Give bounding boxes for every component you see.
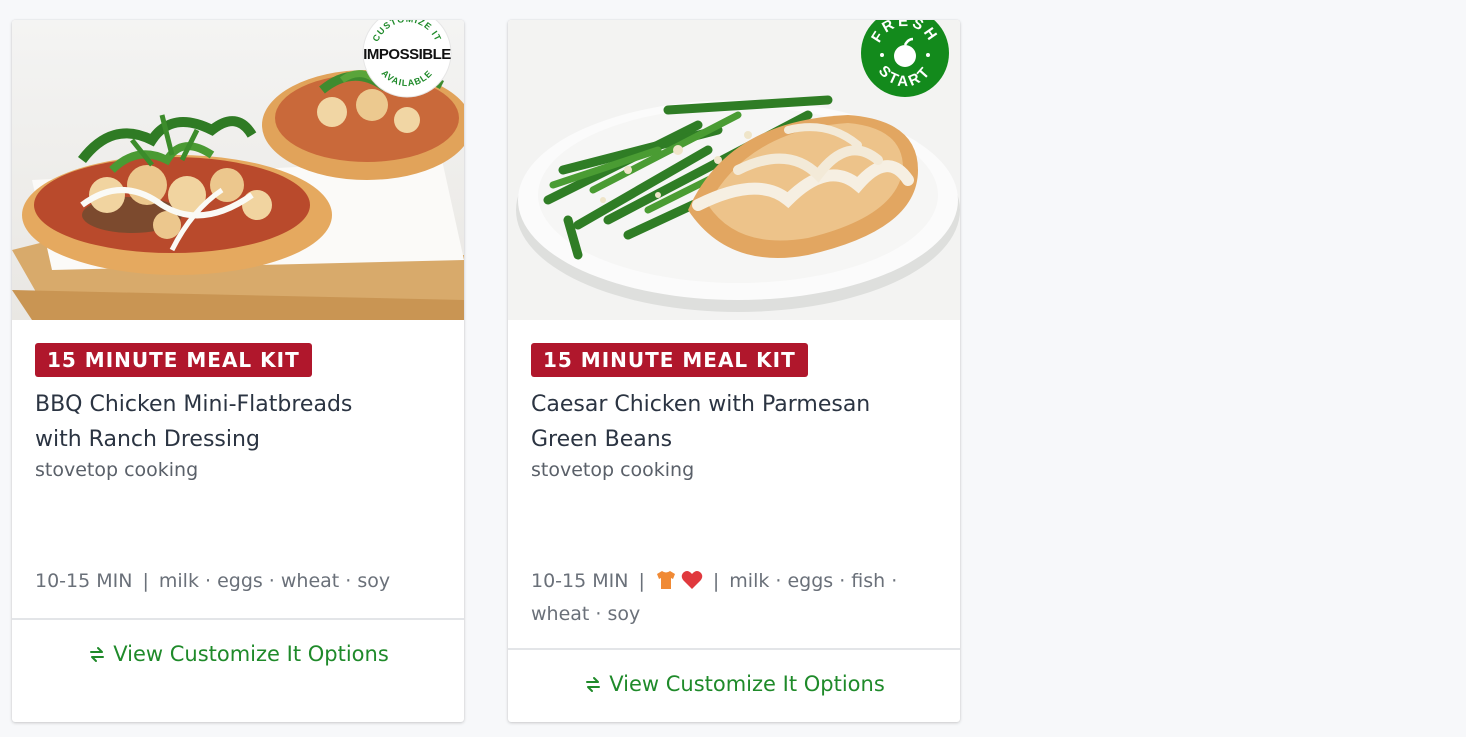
- cook-time: 10-15 MIN: [35, 570, 133, 592]
- heart-icon: [681, 569, 703, 599]
- meal-kit-tag: 15 MINUTE MEAL KIT: [531, 343, 808, 377]
- view-customize-options-label: View Customize It Options: [609, 672, 885, 696]
- separator: |: [712, 570, 720, 592]
- recipe-meta: 10-15 MIN | milk · eggs · wheat · soy: [35, 566, 445, 596]
- allergens: milk · eggs · fish ·: [729, 570, 898, 592]
- cook-time: 10-15 MIN: [531, 570, 629, 592]
- view-customize-options-label: View Customize It Options: [113, 642, 389, 666]
- recipe-title-line: BBQ Chicken Mini-Flatbreads: [35, 392, 353, 417]
- recipe-title-line: Caesar Chicken with Parmesan: [531, 392, 871, 417]
- recipe-meta: 10-15 MIN | | milk · eggs · fish · wheat · …: [531, 566, 941, 629]
- recipe-title-line: with Ranch Dressing: [35, 427, 260, 452]
- swap-arrows-icon: [87, 644, 107, 669]
- cooking-method: stovetop cooking: [531, 459, 695, 481]
- card-divider: [12, 618, 464, 620]
- meal-kit-tag: 15 MINUTE MEAL KIT: [35, 343, 312, 377]
- recipe-title[interactable]: BBQ Chicken Mini-Flatbreads with Ranch D…: [35, 387, 435, 457]
- impossible-customize-it-seal-icon: CUSTOMIZE IT IMPOSSIBLE AVAILABLE: [362, 20, 452, 98]
- view-customize-options-link[interactable]: View Customize It Options: [508, 672, 960, 699]
- cooking-method: stovetop cooking: [35, 459, 199, 481]
- svg-text:IMPOSSIBLE: IMPOSSIBLE: [363, 46, 451, 63]
- recipe-title-line: Green Beans: [531, 427, 673, 452]
- chef-shirt-icon: [655, 569, 677, 599]
- allergens: wheat · soy: [531, 603, 641, 625]
- swap-arrows-icon: [583, 674, 603, 699]
- view-customize-options-link[interactable]: View Customize It Options: [12, 642, 464, 669]
- recipe-title[interactable]: Caesar Chicken with Parmesan Green Beans: [531, 387, 931, 457]
- separator: |: [142, 570, 149, 592]
- recipe-card-caesar-chicken[interactable]: FRESH START 15 MINUTE MEAL KIT Caesar Ch…: [508, 20, 960, 722]
- allergens: milk · eggs · wheat · soy: [158, 570, 391, 592]
- separator: |: [638, 570, 645, 592]
- fresh-start-seal-icon: FRESH START: [860, 20, 950, 98]
- card-divider: [508, 648, 960, 650]
- recipe-card-bbq-chicken[interactable]: CUSTOMIZE IT IMPOSSIBLE AVAILABLE 15 MIN…: [12, 20, 464, 722]
